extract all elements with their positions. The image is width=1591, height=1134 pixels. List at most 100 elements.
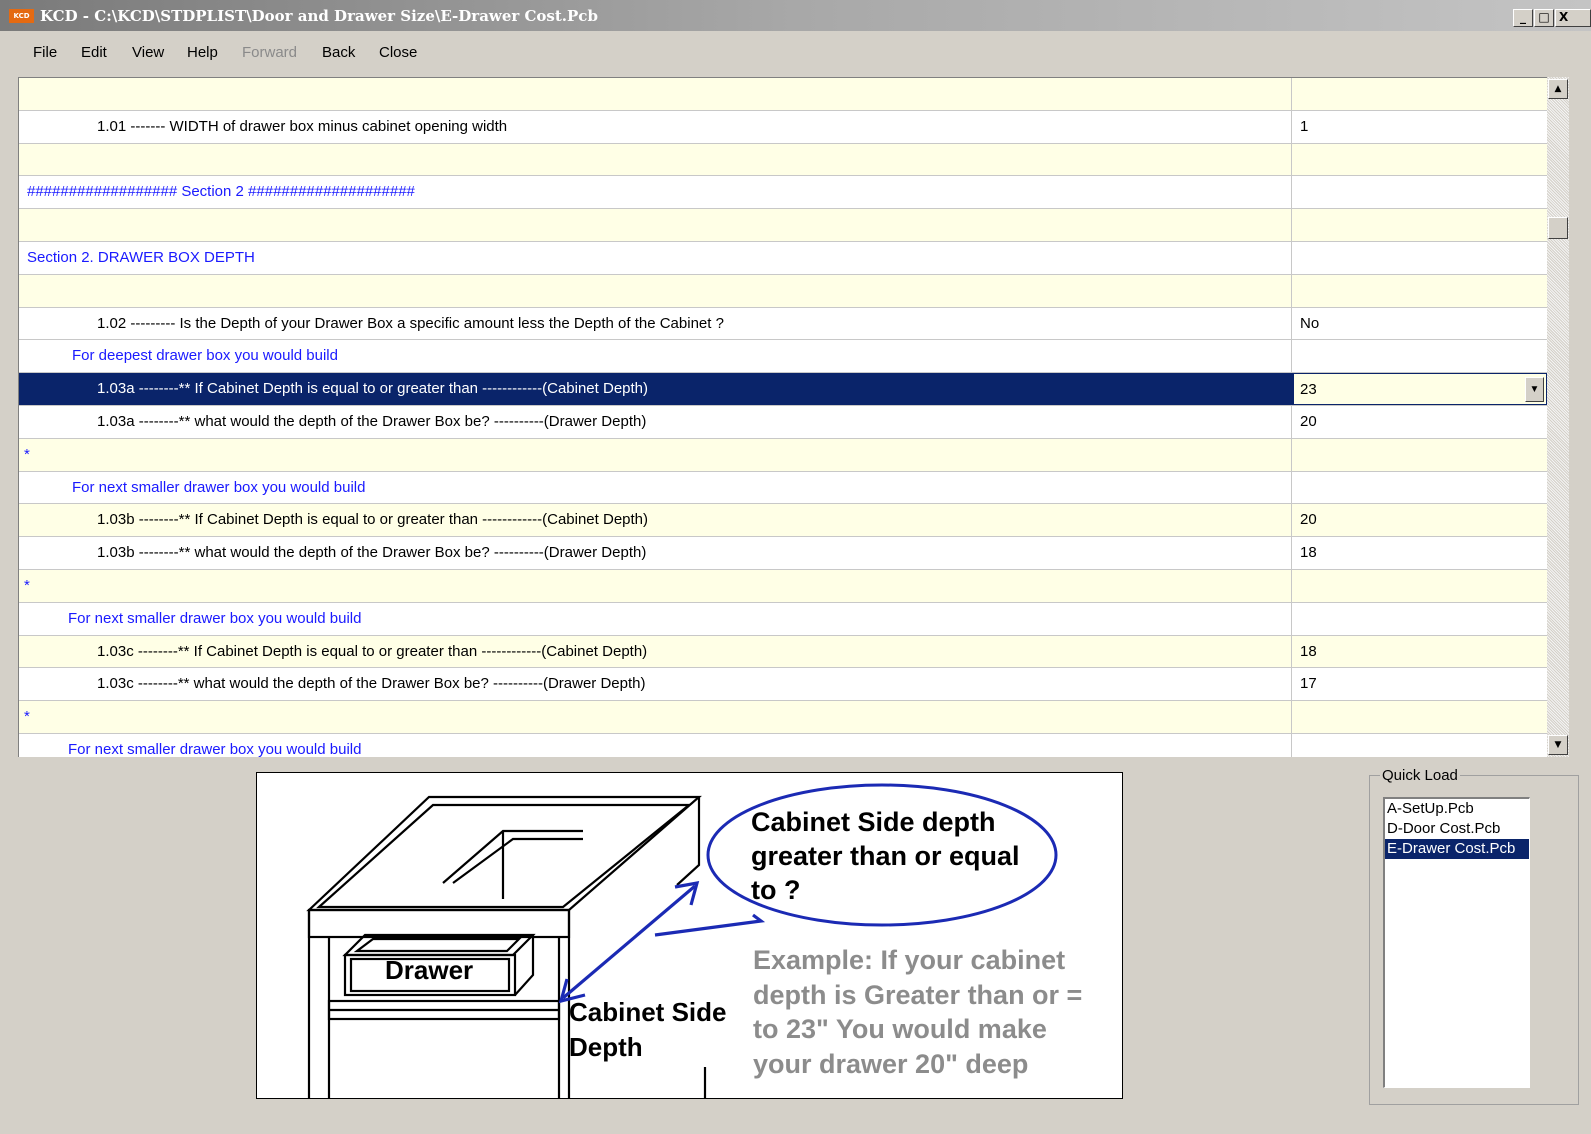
grid-row[interactable]: Section 2. DRAWER BOX DEPTH: [19, 241, 1547, 275]
grid-row[interactable]: 1.03c --------** If Cabinet Depth is equ…: [19, 635, 1547, 669]
grid-row-label: [19, 78, 1292, 110]
grid-row-value[interactable]: [1293, 275, 1547, 307]
grid-row[interactable]: [19, 78, 1547, 111]
grid-row[interactable]: [19, 274, 1547, 308]
grid-row[interactable]: 1.03a --------** what would the depth of…: [19, 405, 1547, 439]
grid-row-value[interactable]: [1293, 176, 1547, 208]
grid-row-value[interactable]: 1: [1293, 111, 1547, 143]
grid-row[interactable]: 1.03b --------** If Cabinet Depth is equ…: [19, 504, 1547, 538]
grid-row-value[interactable]: [1293, 603, 1547, 635]
quick-load-list[interactable]: A-SetUp.Pcb D-Door Cost.Pcb E-Drawer Cost.…: [1383, 797, 1530, 1088]
grid-row[interactable]: For next smaller drawer box you would bu…: [19, 733, 1547, 757]
grid-row[interactable]: [19, 209, 1547, 242]
scrollbar-thumb[interactable]: [1548, 217, 1568, 239]
menu-help[interactable]: Help: [187, 44, 218, 61]
grid-row-value[interactable]: [1293, 78, 1547, 110]
grid-value-combobox[interactable]: 23 ▼: [1293, 373, 1547, 405]
grid-row-label: 1.03c --------** what would the depth of…: [19, 668, 1292, 701]
grid-row-label: [19, 209, 1292, 241]
maximize-button[interactable]: □: [1534, 9, 1554, 27]
grid-value-text: 17: [1300, 675, 1317, 693]
grid-row-label: 1.03b --------** what would the depth of…: [19, 537, 1292, 569]
menu-view[interactable]: View: [132, 44, 164, 61]
quick-load-item[interactable]: D-Door Cost.Pcb: [1385, 819, 1529, 839]
grid-row[interactable]: 1.01 ------- WIDTH of drawer box minus c…: [19, 110, 1547, 144]
grid-value-text: 18: [1300, 544, 1317, 562]
grid-row-value[interactable]: [1293, 734, 1547, 757]
grid-row-label: 1.03b --------** If Cabinet Depth is equ…: [19, 504, 1292, 537]
title-bar[interactable]: KCD KCD - C:\KCD\STDPLIST\Door and Drawe…: [0, 0, 1591, 31]
application-window: KCD KCD - C:\KCD\STDPLIST\Door and Drawe…: [0, 0, 1591, 1134]
grid-value-text: 1: [1300, 117, 1309, 135]
grid-row-label: [19, 274, 1292, 307]
vertical-scrollbar[interactable]: ▲ ▼: [1547, 77, 1569, 757]
menu-close[interactable]: Close: [379, 44, 417, 61]
grid-value-text: No: [1300, 314, 1320, 332]
grid-row[interactable]: For next smaller drawer box you would bu…: [19, 602, 1547, 636]
scroll-down-arrow-icon[interactable]: ▼: [1548, 735, 1568, 755]
grid-row-value[interactable]: [1293, 209, 1547, 241]
dropdown-arrow-icon[interactable]: ▼: [1525, 377, 1544, 403]
grid-row-label: 1.01 ------- WIDTH of drawer box minus c…: [19, 110, 1292, 143]
grid-row-value[interactable]: [1293, 340, 1547, 372]
grid-row-value[interactable]: [1293, 570, 1547, 602]
close-window-button[interactable]: X: [1555, 9, 1591, 27]
menu-back[interactable]: Back: [322, 44, 355, 61]
grid-row[interactable]: 1.02 --------- Is the Depth of your Draw…: [19, 307, 1547, 341]
quick-load-item[interactable]: A-SetUp.Pcb: [1385, 799, 1529, 819]
callout-pointer: [654, 913, 766, 937]
grid-row-label: ################## Section 2 ###########…: [19, 176, 1292, 209]
grid-row-value[interactable]: [1293, 472, 1547, 504]
grid-row-value[interactable]: [1293, 439, 1547, 471]
cabinet-front-rail: [307, 908, 571, 939]
grid-row[interactable]: For next smaller drawer box you would bu…: [19, 471, 1547, 505]
scroll-up-arrow-icon[interactable]: ▲: [1548, 79, 1568, 99]
quick-load-item[interactable]: E-Drawer Cost.Pcb: [1385, 839, 1529, 859]
grid-value-text: 18: [1300, 642, 1317, 660]
grid-row-label: For next smaller drawer box you would bu…: [19, 471, 1292, 504]
grid-row[interactable]: ################## Section 2 ###########…: [19, 176, 1547, 210]
grid-row-value[interactable]: 18: [1293, 537, 1547, 569]
grid-row-value[interactable]: [1293, 144, 1547, 176]
grid-row[interactable]: *: [19, 569, 1547, 603]
cabinet-side-depth-label: Cabinet Side Depth: [569, 997, 727, 1062]
minimize-button[interactable]: _: [1513, 9, 1533, 27]
menu-forward[interactable]: Forward: [242, 44, 297, 61]
menu-bar: File Edit View Help Forward Back Close: [0, 35, 1591, 71]
callout-question: Cabinet Side depth greater than or equal…: [751, 807, 1020, 905]
grid-row-label: *: [19, 701, 1292, 733]
grid-row-label: For deepest drawer box you would build: [19, 340, 1292, 373]
cabinet-side-top: [676, 797, 701, 886]
grid-row-label: For next smaller drawer box you would bu…: [19, 602, 1292, 635]
grid-value-text: 20: [1300, 511, 1317, 529]
drawer-label: Drawer: [385, 955, 474, 985]
grid-row-label: 1.02 --------- Is the Depth of your Draw…: [19, 307, 1292, 340]
grid-row-label: *: [19, 569, 1292, 602]
depth-arrow: [561, 884, 697, 1000]
grid-row-value[interactable]: 20: [1293, 504, 1547, 536]
drawer-top-inner: [353, 937, 522, 953]
help-illustration: Drawer Cabinet Side depth greater than o…: [256, 772, 1123, 1099]
cabinet-rail-inner: [452, 837, 583, 884]
grid-row-value[interactable]: [1293, 701, 1547, 733]
grid-row-value[interactable]: No: [1293, 308, 1547, 340]
grid-row[interactable]: *: [19, 701, 1547, 734]
grid-row-value[interactable]: 20: [1293, 406, 1547, 438]
callout-example: Example: If your cabinet depth is Greate…: [753, 945, 1083, 1079]
grid-value-text: 23: [1300, 381, 1317, 399]
grid-row-value[interactable]: 17: [1293, 668, 1547, 700]
grid-row-value[interactable]: [1293, 242, 1547, 274]
grid-row-selected[interactable]: 1.03a --------** If Cabinet Depth is equ…: [19, 373, 1547, 406]
grid-row[interactable]: *: [19, 438, 1547, 472]
grid-row-label: 1.03a --------** what would the depth of…: [19, 405, 1292, 438]
grid-row[interactable]: 1.03c --------** what would the depth of…: [19, 668, 1547, 702]
app-logo-icon[interactable]: KCD: [9, 9, 34, 23]
menu-edit[interactable]: Edit: [81, 44, 107, 61]
grid-row[interactable]: For deepest drawer box you would build: [19, 340, 1547, 374]
grid-row-value[interactable]: 18: [1293, 636, 1547, 668]
grid-row-label: 1.03c --------** If Cabinet Depth is equ…: [19, 635, 1292, 668]
grid-row[interactable]: 1.03b --------** what would the depth of…: [19, 537, 1547, 570]
grid-value-text: 20: [1300, 412, 1317, 430]
menu-file[interactable]: File: [33, 44, 57, 61]
grid-row[interactable]: [19, 143, 1547, 177]
